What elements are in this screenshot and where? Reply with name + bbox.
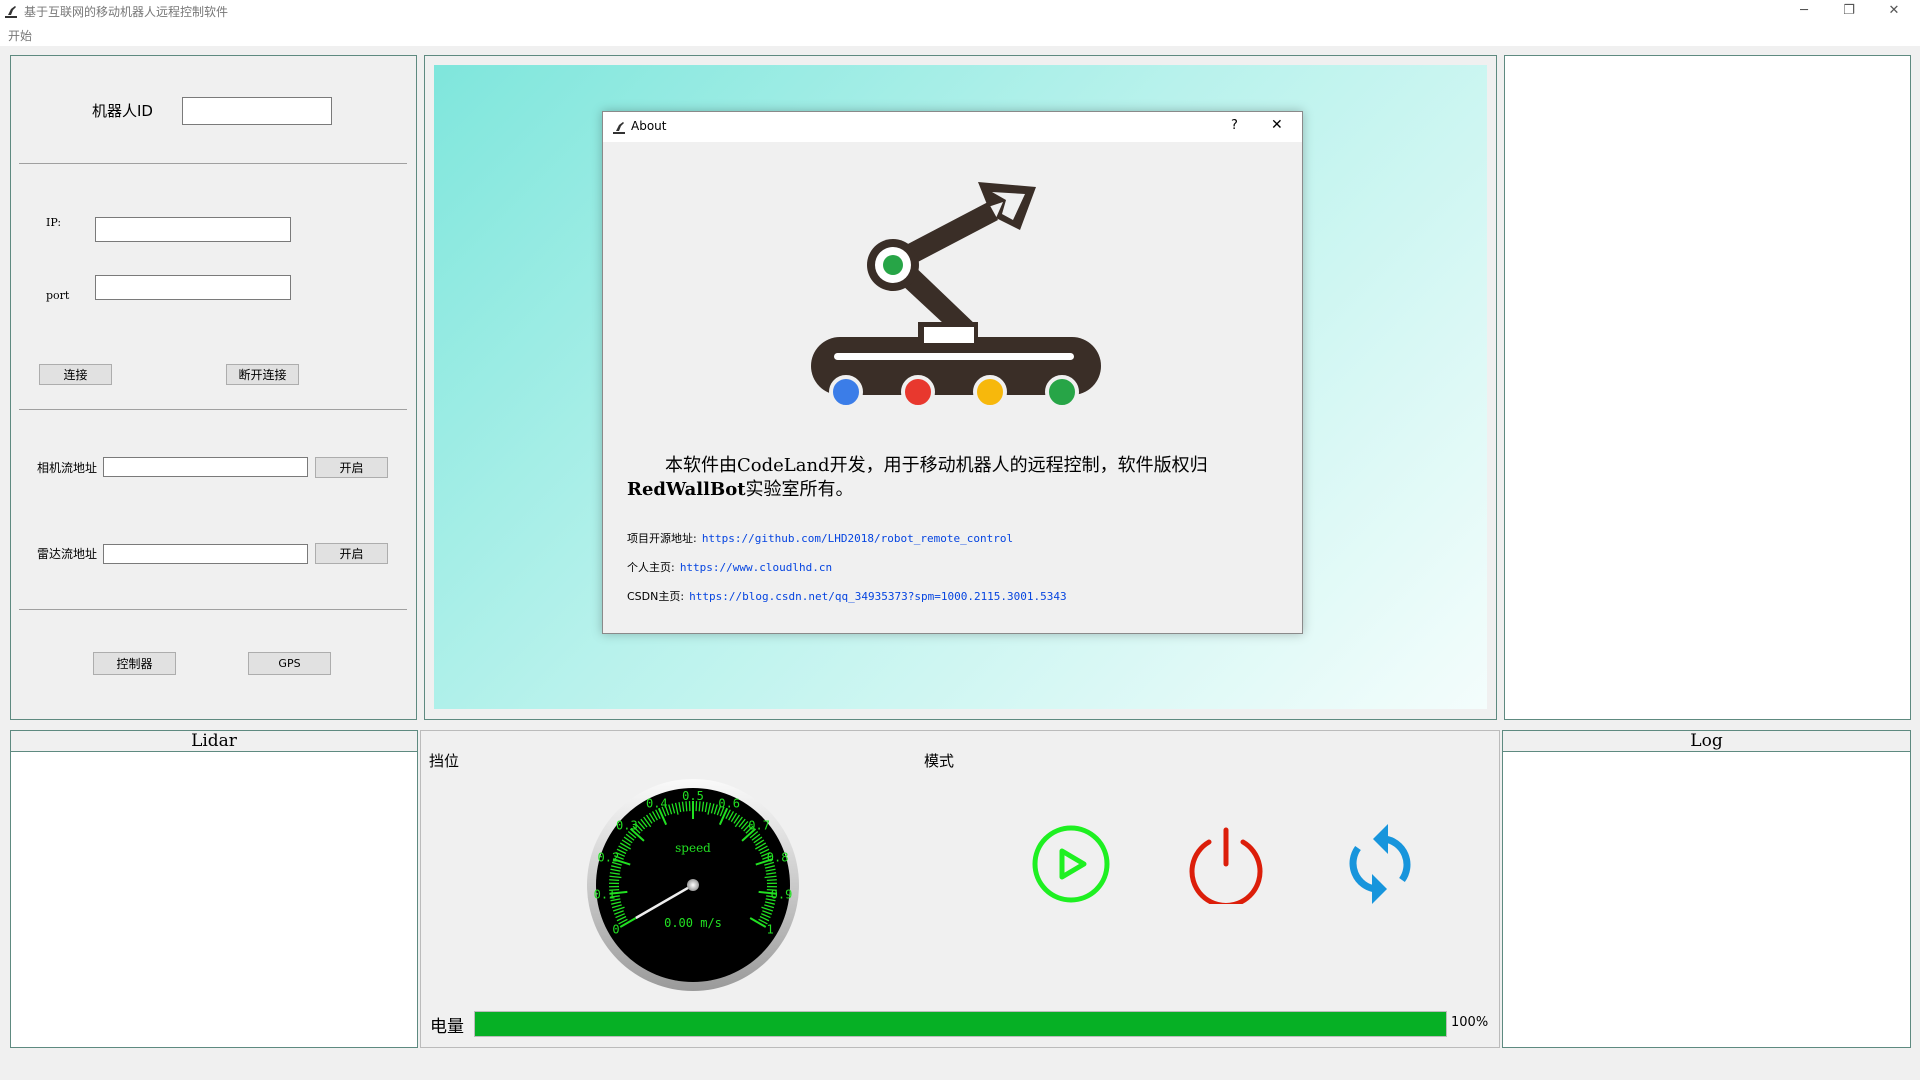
battery-percent: 100%: [1451, 1015, 1489, 1030]
title-bar: 基于互联网的移动机器人远程控制软件 ─ ❐ ✕: [0, 0, 1920, 24]
gauge-tick-label: 0.8: [767, 850, 789, 864]
window-title: 基于互联网的移动机器人远程控制软件: [24, 5, 229, 19]
gauge-tick-label: 0.1: [594, 887, 616, 901]
camera-open-button[interactable]: 开启: [315, 457, 388, 478]
wheel-yellow: [973, 375, 1007, 409]
gauge-title: speed: [675, 841, 711, 855]
about-close-button[interactable]: ✕: [1271, 117, 1283, 133]
csdn-link[interactable]: https://blog.csdn.net/qq_34935373?spm=10…: [689, 590, 1067, 603]
gauge-tick-label: 1: [766, 923, 773, 937]
robot-arm-logo: [811, 182, 1101, 409]
about-description: 本软件由CodeLand开发，用于移动机器人的远程控制，软件版权归 RedWal…: [627, 454, 1287, 502]
radar-open-button[interactable]: 开启: [315, 543, 388, 564]
power-button[interactable]: [1186, 824, 1266, 904]
repo-label: 项目开源地址:: [627, 532, 697, 545]
about-desc-line1: 本软件由CodeLand开发，用于移动机器人的远程控制，软件版权归: [665, 455, 1208, 476]
gauge-tick-label: 0.7: [748, 818, 770, 832]
wheel-blue: [829, 375, 863, 409]
homepage-link[interactable]: https://www.cloudlhd.cn: [680, 561, 832, 574]
connect-button[interactable]: 连接: [39, 364, 112, 385]
battery-fill: [475, 1012, 1446, 1036]
app-robot-icon: [613, 122, 625, 134]
csdn-label: CSDN主页:: [627, 590, 685, 603]
ip-input[interactable]: [95, 217, 291, 242]
app-robot-icon: [5, 6, 17, 18]
battery-bar: [474, 1011, 1447, 1037]
disconnect-button[interactable]: 断开连接: [226, 364, 299, 385]
about-title: About: [631, 119, 667, 133]
camera-stream-label: 相机流地址: [37, 461, 98, 475]
gauge-tick-label: 0.5: [682, 789, 704, 803]
divider: [19, 409, 407, 410]
gauge-tick: [609, 879, 620, 882]
repo-link[interactable]: https://github.com/LHD2018/robot_remote_…: [702, 532, 1013, 545]
gauge-tick-label: 0.9: [771, 887, 793, 901]
battery-label: 电量: [430, 1017, 464, 1037]
power-icon: [1189, 827, 1263, 904]
refresh-button[interactable]: [1340, 822, 1420, 906]
robot-id-input[interactable]: [182, 97, 332, 125]
gauge-knob: [687, 879, 699, 891]
gauge-tick: [766, 879, 777, 882]
gps-button[interactable]: GPS: [248, 652, 331, 675]
mode-label: 模式: [924, 752, 955, 770]
close-window-button[interactable]: ✕: [1872, 0, 1916, 22]
about-dialog: About ? ✕ 本软件由CodeLand开发，用于移动机器人的远程控制，软件…: [602, 111, 1303, 634]
gauge-tick-label: 0: [612, 923, 619, 937]
radar-stream-input[interactable]: [103, 544, 308, 564]
gauge-tick-label: 0.3: [616, 818, 638, 832]
speed-gauge: 0 0.1 0.2 0.3 0.4 0.5 0.6 0.7 0.8 0.9 1 speed 0.00…: [587, 779, 799, 991]
menu-start[interactable]: 开始: [8, 27, 32, 44]
minimize-button[interactable]: ─: [1782, 0, 1826, 22]
wheel-red: [901, 375, 935, 409]
connection-panel: [10, 55, 417, 720]
control-panel: [420, 730, 1500, 1048]
ip-label: IP:: [46, 216, 62, 229]
camera-stream-input[interactable]: [103, 457, 308, 477]
homepage-label: 个人主页:: [627, 561, 675, 574]
gauge-tick-label: 0.2: [598, 850, 620, 864]
gauge-tick-label: 0.4: [646, 797, 668, 811]
radar-stream-label: 雷达流地址: [37, 547, 98, 561]
gauge-tick-label: 0.6: [718, 797, 740, 811]
play-button[interactable]: [1031, 824, 1111, 904]
wheel-green: [1045, 375, 1079, 409]
restore-button[interactable]: ❐: [1827, 0, 1871, 22]
about-lab-name: RedWallBot: [627, 479, 746, 500]
gear-label: 挡位: [429, 752, 460, 770]
log-title: Log: [1503, 731, 1910, 752]
menu-bar: 开始: [0, 24, 1920, 46]
controller-button[interactable]: 控制器: [93, 652, 176, 675]
play-icon: [1032, 825, 1110, 903]
divider: [19, 163, 407, 164]
gauge-value: 0.00 m/s: [664, 916, 722, 930]
robot-id-label: 机器人ID: [92, 102, 153, 120]
lidar-title: Lidar: [11, 731, 417, 752]
help-button[interactable]: ?: [1231, 118, 1238, 133]
about-title-bar: About ? ✕: [603, 112, 1302, 142]
divider: [19, 609, 407, 610]
port-input[interactable]: [95, 275, 291, 300]
log-panel: Log: [1502, 730, 1911, 1048]
port-label: port: [46, 289, 70, 302]
about-desc-line2: 实验室所有。: [745, 479, 854, 500]
lidar-panel: Lidar: [10, 730, 418, 1048]
right-panel: [1504, 55, 1911, 720]
refresh-icon: [1349, 824, 1411, 904]
